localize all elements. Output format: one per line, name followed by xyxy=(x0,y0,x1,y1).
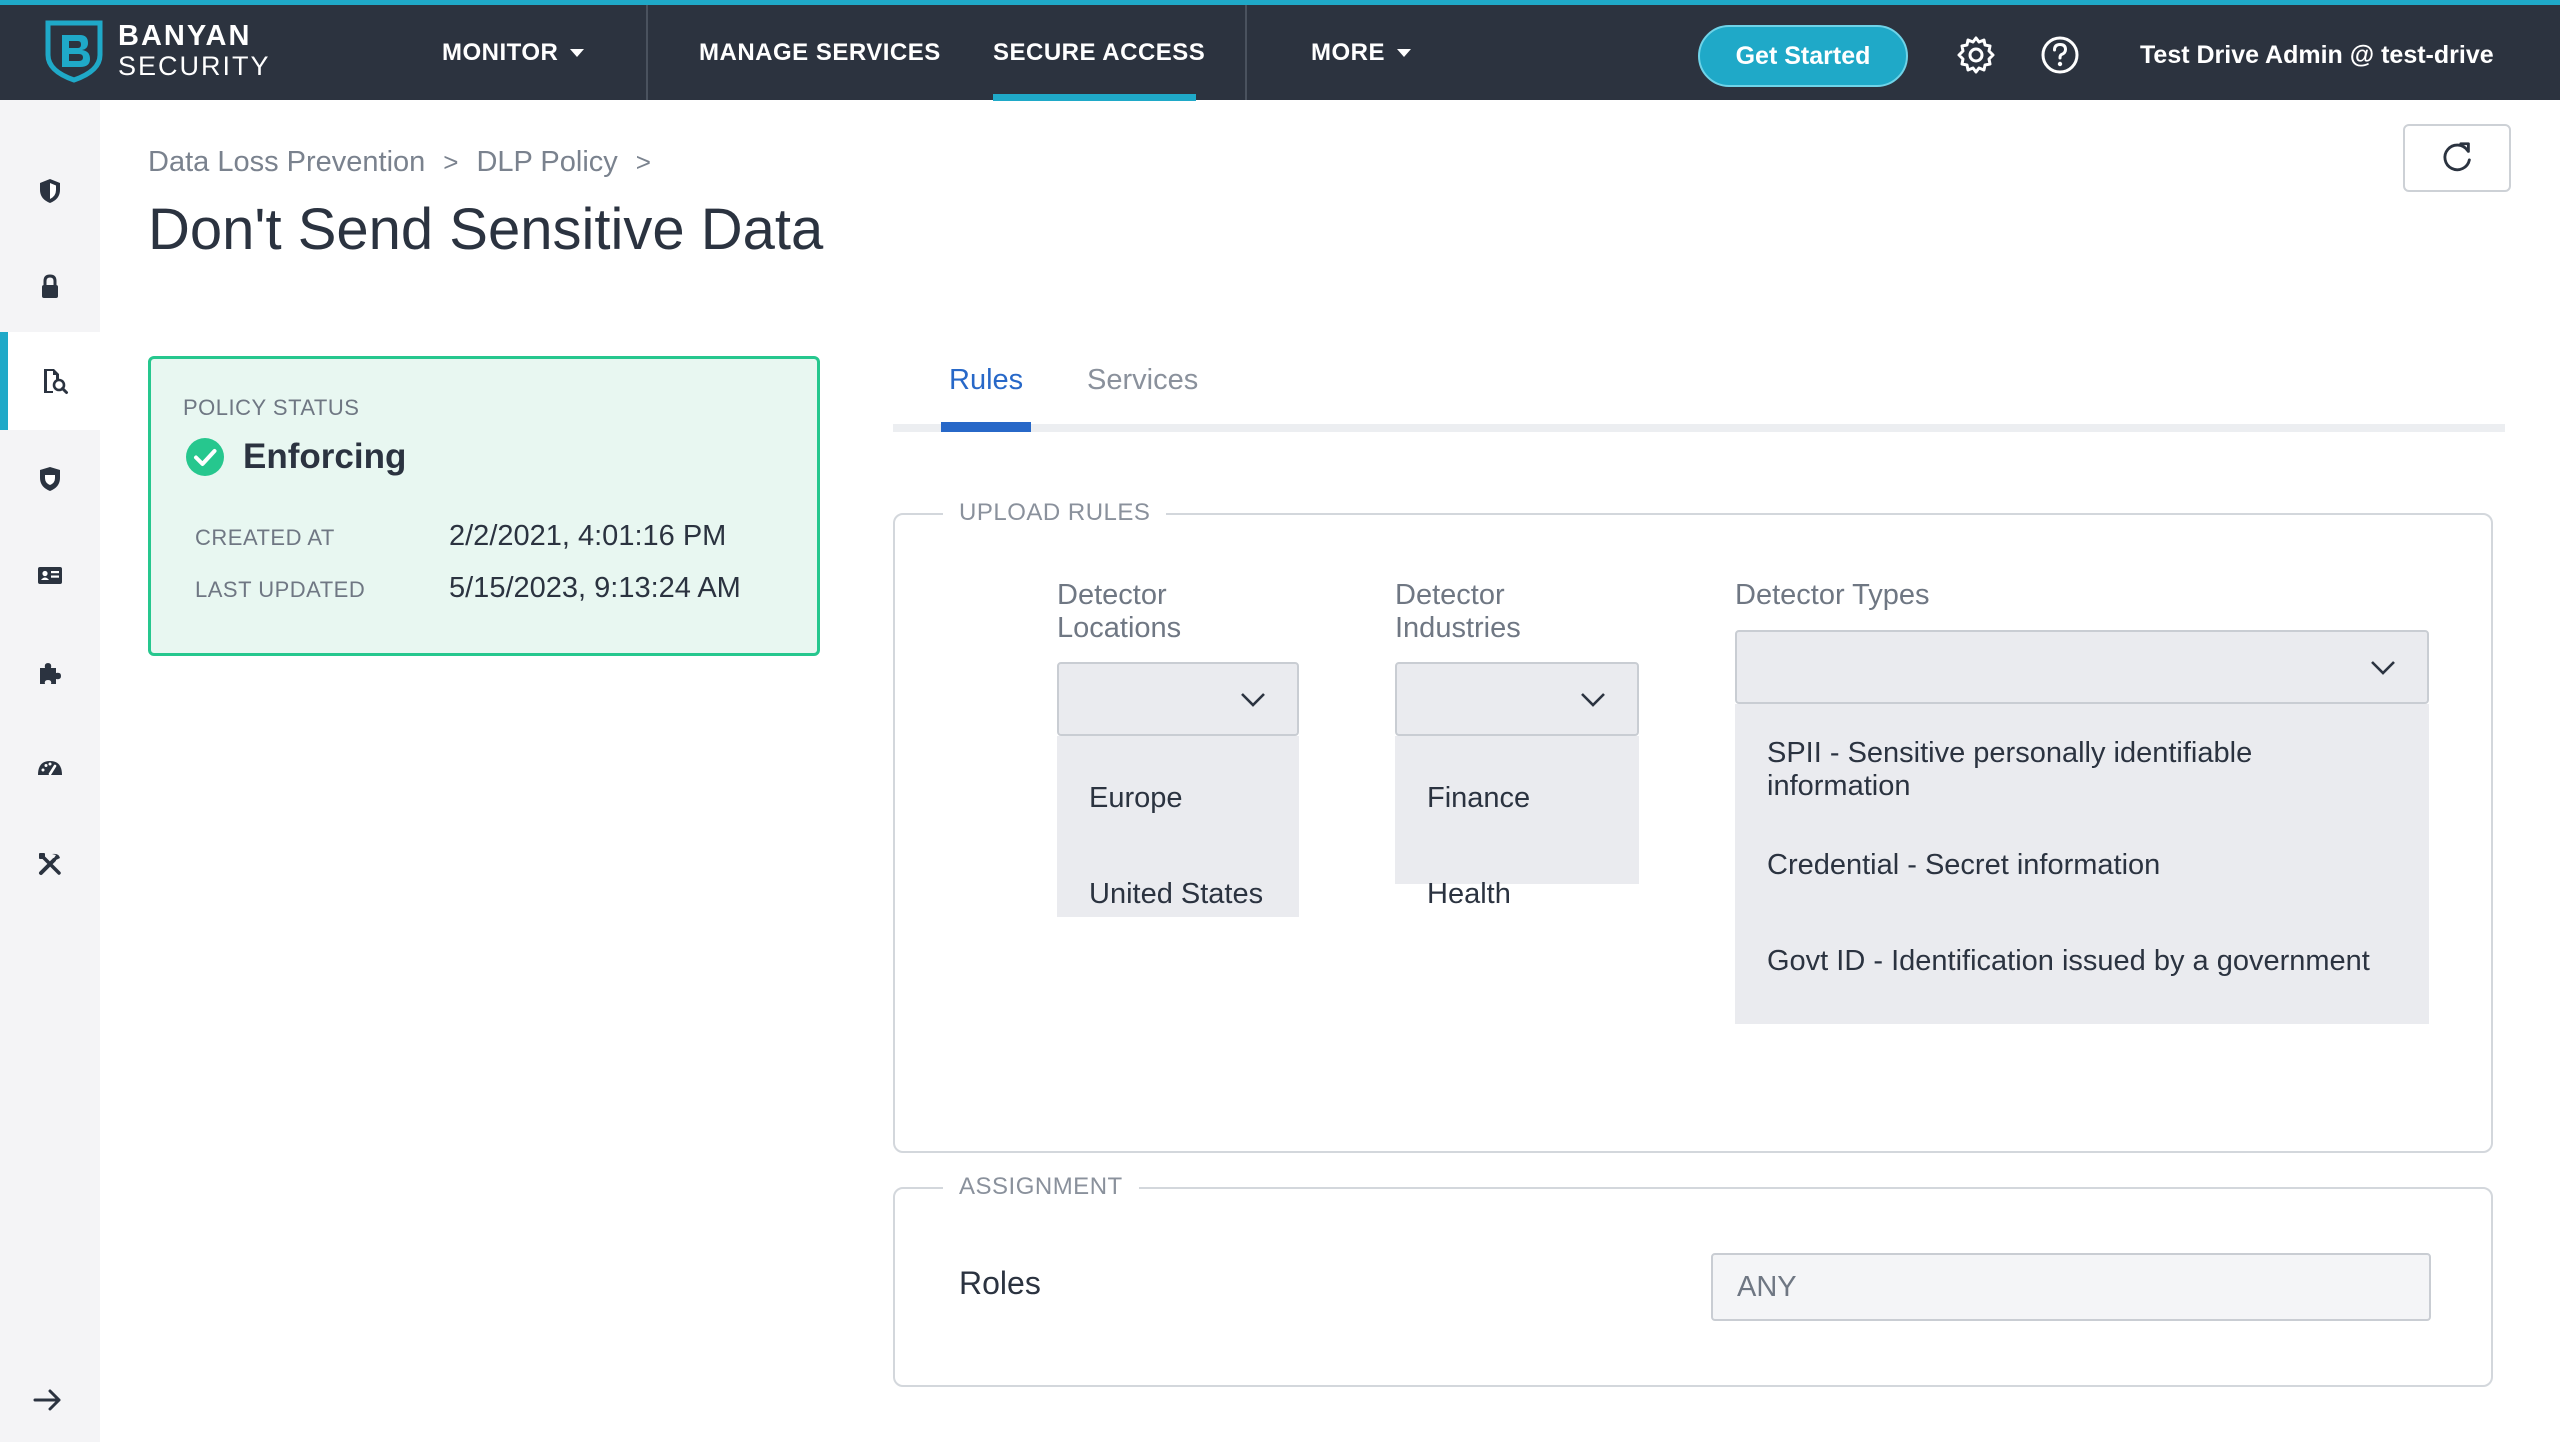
refresh-icon xyxy=(2443,142,2471,172)
detector-industries-label-line1: Detector xyxy=(1395,579,1505,611)
detector-locations-options: Europe United States xyxy=(1057,736,1299,917)
speedometer-icon xyxy=(38,761,62,776)
document-search-icon xyxy=(44,369,68,394)
nav-more-label: MORE xyxy=(1311,38,1385,66)
sidebar-item-shield[interactable] xyxy=(0,143,100,239)
breadcrumb-dlp-policy[interactable]: DLP Policy xyxy=(476,146,617,179)
detector-locations-select[interactable] xyxy=(1057,662,1299,736)
nav-divider xyxy=(1245,5,1247,100)
detector-types-options: SPII - Sensitive personally identifiable… xyxy=(1735,704,2429,1024)
brand-name-line1: BANYAN xyxy=(118,20,252,52)
caret-down-icon xyxy=(570,48,585,57)
type-option-govt-id[interactable]: Govt ID - Identification issued by a gov… xyxy=(1767,945,2370,978)
nav-manage-services[interactable]: MANAGE SERVICES xyxy=(699,5,941,100)
policy-status-value: Enforcing xyxy=(185,437,406,477)
page-title: Don't Send Sensitive Data xyxy=(148,197,824,262)
type-option-credential[interactable]: Credential - Secret information xyxy=(1767,849,2160,882)
sidebar-item-id-card[interactable] xyxy=(0,527,100,623)
last-updated-label: LAST UPDATED xyxy=(195,577,366,602)
policy-status-card: POLICY STATUS Enforcing CREATED AT 2/2/2… xyxy=(148,356,820,656)
policy-status-label: POLICY STATUS xyxy=(183,395,360,420)
id-card-icon xyxy=(38,567,62,584)
brand-name-line2: SECURITY xyxy=(118,51,271,81)
assignment-legend: ASSIGNMENT xyxy=(943,1173,1139,1201)
banyan-shield-logo-icon xyxy=(45,20,103,83)
lock-icon xyxy=(42,274,58,298)
sidebar-item-integrations[interactable] xyxy=(0,624,100,720)
detector-locations-label-line1: Detector xyxy=(1057,579,1167,611)
tools-icon xyxy=(39,853,61,875)
caret-down-icon xyxy=(1397,48,1411,57)
detector-industries-label-line2: Industries xyxy=(1395,612,1521,644)
sidebar-item-data-loss-prevention[interactable] xyxy=(0,332,100,430)
nav-monitor[interactable]: MONITOR xyxy=(442,5,585,100)
policy-tabs: Rules Services xyxy=(893,350,2505,434)
industry-option-finance[interactable]: Finance xyxy=(1427,782,1530,815)
upload-rules-section: UPLOAD RULES Detector Locations Europe U… xyxy=(893,499,2493,1153)
roles-label: Roles xyxy=(959,1265,1041,1301)
tab-active-indicator xyxy=(941,422,1031,432)
sidebar-item-lock[interactable] xyxy=(0,239,100,335)
upload-rules-legend: UPLOAD RULES xyxy=(943,499,1167,527)
chevron-down-icon xyxy=(1581,693,1605,707)
tab-rules[interactable]: Rules xyxy=(949,364,1023,397)
detector-industries-options: Finance Health xyxy=(1395,736,1639,910)
user-account-menu[interactable]: Test Drive Admin @ test-drive xyxy=(2140,5,2494,105)
refresh-button[interactable] xyxy=(2403,124,2511,192)
help-question-icon[interactable] xyxy=(2040,35,2080,75)
nav-more[interactable]: MORE xyxy=(1311,5,1411,100)
breadcrumb: Data Loss Prevention > DLP Policy > xyxy=(148,146,669,179)
type-option-spii[interactable]: SPII - Sensitive personally identifiable… xyxy=(1767,737,2367,803)
nav-divider xyxy=(646,5,648,100)
breadcrumb-separator: > xyxy=(443,147,459,177)
nav-secure-access-label: SECURE ACCESS xyxy=(993,38,1206,66)
location-option-united-states[interactable]: United States xyxy=(1089,878,1269,911)
last-updated-value: 5/15/2023, 9:13:24 AM xyxy=(449,572,741,604)
created-at-label: CREATED AT xyxy=(195,525,335,550)
nav-active-indicator xyxy=(993,94,1196,101)
expand-sidebar-arrow-icon[interactable] xyxy=(30,1382,66,1418)
nav-monitor-label: MONITOR xyxy=(442,38,559,66)
nav-secure-access[interactable]: SECURE ACCESS xyxy=(993,5,1205,100)
nav-manage-services-label: MANAGE SERVICES xyxy=(699,38,941,66)
detector-types-select[interactable] xyxy=(1735,630,2429,704)
settings-gear-icon[interactable] xyxy=(1956,35,1996,75)
sidebar-item-dashboard[interactable] xyxy=(0,720,100,816)
location-option-europe[interactable]: Europe xyxy=(1089,782,1183,815)
detector-types-label: Detector Types xyxy=(1735,579,1930,611)
detector-locations-label: Detector Locations xyxy=(1057,579,1181,645)
sidebar-item-badge-shield[interactable] xyxy=(0,431,100,527)
roles-field[interactable]: ANY xyxy=(1711,1253,2431,1321)
policy-status-text: Enforcing xyxy=(243,437,407,476)
detector-industries-select[interactable] xyxy=(1395,662,1639,736)
get-started-button[interactable]: Get Started xyxy=(1698,25,1908,87)
breadcrumb-data-loss-prevention[interactable]: Data Loss Prevention xyxy=(148,146,425,179)
tab-services[interactable]: Services xyxy=(1087,364,1198,397)
assignment-section: ASSIGNMENT Roles ANY xyxy=(893,1173,2493,1387)
sidebar-item-tools[interactable] xyxy=(0,816,100,912)
breadcrumb-separator: > xyxy=(635,147,651,177)
side-navigation xyxy=(0,100,100,1442)
detector-industries-label: Detector Industries xyxy=(1395,579,1521,645)
banyan-logo[interactable]: BANYAN SECURITY xyxy=(44,19,271,83)
industry-option-health[interactable]: Health xyxy=(1427,878,1511,911)
top-navigation-bar: BANYAN SECURITY MONITOR MANAGE SERVICES … xyxy=(0,0,2560,101)
shield-icon xyxy=(40,179,60,203)
puzzle-piece-icon xyxy=(40,663,61,684)
detector-locations-label-line2: Locations xyxy=(1057,612,1182,644)
chevron-down-icon xyxy=(1241,693,1265,707)
check-circle-icon xyxy=(186,438,224,476)
tabs-underline xyxy=(893,424,2505,432)
chevron-down-icon xyxy=(2371,661,2395,675)
shield-badge-icon xyxy=(40,467,60,491)
created-at-value: 2/2/2021, 4:01:16 PM xyxy=(449,520,727,552)
